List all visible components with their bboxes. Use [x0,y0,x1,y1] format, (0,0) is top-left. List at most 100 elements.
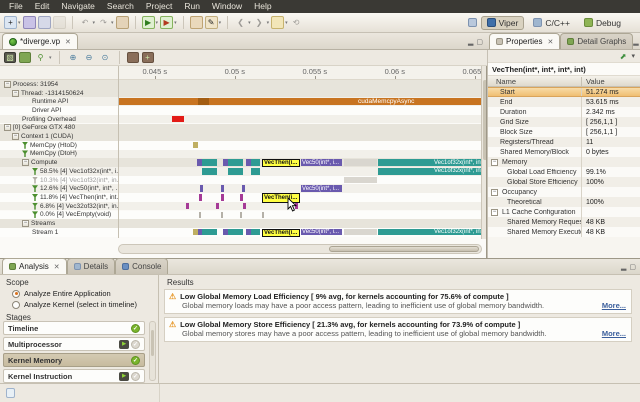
stage-timeline[interactable]: Timeline ✓ [3,321,145,335]
export-icon[interactable]: ⬈ [620,52,627,61]
property-row-start[interactable]: Start 51.274 ms [488,87,640,97]
run-timeline-icon[interactable]: ▶ [141,16,155,29]
property-row-shared-memory-block[interactable]: Shared Memory/Block 0 bytes [488,147,640,157]
timeline-bar[interactable] [193,141,199,149]
menu-search[interactable]: Search [101,0,140,13]
menu-run[interactable]: Run [178,0,206,13]
timeline-bar[interactable] [216,202,219,210]
close-icon[interactable]: ✕ [65,38,71,46]
forward-icon[interactable]: ❯ [253,16,266,29]
timeline-bar[interactable] [202,159,218,166]
timeline-bar[interactable] [202,168,218,175]
timeline-bar[interactable] [344,159,378,166]
stage-kernel-instruction[interactable]: Kernel Instruction ▶ ✓ [3,369,145,383]
timeline-bar[interactable] [186,202,189,210]
property-row-global-store-efficiency[interactable]: Global Store Efficiency 100% [488,177,640,187]
radio-unselected[interactable] [12,300,20,309]
timeline-bar[interactable] [262,211,264,219]
minimize-icon[interactable]: ▂ [633,38,638,46]
tab-console[interactable]: Console [115,258,169,274]
property-row-shared-memory-executed[interactable]: Shared Memory Executed 48 KB [488,227,640,237]
new-session-dropdown-icon[interactable]: ▾ [18,20,21,26]
timeline-bar-vec50inti[interactable]: Vec50(int*, i... [301,228,342,236]
filter-icon[interactable]: ⚲ [34,51,47,64]
menu-window[interactable]: Window [206,0,248,13]
collapse-icon[interactable]: − [491,158,498,166]
redo-dropdown-icon[interactable]: ▾ [111,20,114,26]
horizontal-scrollbar[interactable] [118,244,482,254]
stage-kernel-memory[interactable]: Kernel Memory ✓ [3,353,145,367]
minimize-icon[interactable]: ▂ [468,38,473,46]
property-row-l1-cache-configuration[interactable]: − L1 Cache Configuration [488,207,640,217]
tab-analysis[interactable]: Analysis ✕ [2,258,67,274]
timeline-bar[interactable] [198,194,202,201]
stage-multiprocessor[interactable]: Multiprocessor ▶ ✓ [3,337,145,351]
perspective-viper-button[interactable]: Viper [480,15,525,30]
property-row-registers-thread[interactable]: Registers/Thread 11 [488,137,640,147]
timeline-bar[interactable] [200,185,203,192]
run-analysis-dropdown-icon[interactable]: ▾ [174,20,177,26]
property-row-grid-size[interactable]: Grid Size [ 256,1,1 ] [488,117,640,127]
compare-add-icon[interactable]: + [141,52,154,63]
collapse-icon[interactable]: − [12,133,19,141]
filter-icon[interactable] [22,150,28,158]
back-icon[interactable]: ❮ [234,16,247,29]
close-icon[interactable]: ✕ [547,38,553,46]
timeline-bar[interactable] [344,176,378,184]
pin-icon[interactable] [115,16,129,29]
timeline-bar[interactable] [250,228,261,236]
timeline-bar-vec50inti[interactable]: Vec50(int*, i... [301,185,342,192]
property-row-block-size[interactable]: Block Size [ 256,1,1 ] [488,127,640,137]
radio-selected[interactable] [12,289,20,298]
collapse-icon[interactable]: − [4,80,11,88]
collapse-icon[interactable]: − [491,188,498,196]
timeline-bar[interactable] [202,228,218,236]
property-row-duration[interactable]: Duration 2.342 ms [488,107,640,117]
timeline-bar[interactable] [221,194,224,201]
tree-divider[interactable] [118,66,119,238]
property-row-shared-memory-requested[interactable]: Shared Memory Requested48 KB [488,217,640,227]
menu-project[interactable]: Project [140,0,178,13]
run-stage-icon[interactable]: ▶ [119,371,129,381]
collapse-icon[interactable]: − [491,208,498,216]
timeline-bar-vec50inti[interactable]: Vec50(int*, i... [301,159,342,166]
zoom-in-icon[interactable]: ⊕ [67,51,80,64]
timeline-bar[interactable] [240,194,243,201]
perspective-debug-button[interactable]: Debug [579,17,626,29]
timeline-bar[interactable] [242,185,245,192]
property-row-occupancy[interactable]: − Occupancy [488,187,640,197]
timeline-bar-vec1of32xintint[interactable]: Vec1of32x(int*, int [378,228,482,236]
view-menu-icon[interactable]: ▾ [631,52,635,60]
filter-icon[interactable] [32,167,38,175]
timeline-bar-cudamemcpyasync[interactable]: cudaMemcpyAsync [118,98,482,105]
timeline-bar-vectheni[interactable]: VecThen(i... [262,159,301,168]
undo-dropdown-icon[interactable]: ▾ [93,20,96,26]
new-session-icon[interactable]: + [4,16,17,29]
annotation-dropdown-icon[interactable]: ▾ [285,20,288,26]
tab-detail-graphs[interactable]: Detail Graphs [560,33,634,49]
pan-mode-icon[interactable] [19,52,31,63]
filter-icon[interactable] [32,185,38,193]
timeline-bar[interactable] [228,168,243,175]
tab-properties[interactable]: Properties ✕ [489,33,561,49]
clipboard-icon[interactable] [6,388,15,398]
property-row-memory[interactable]: − Memory [488,157,640,167]
zoom-out-icon[interactable]: ⊖ [83,51,96,64]
perspective-cpp-button[interactable]: C/C++ [528,17,575,29]
maximize-icon[interactable]: ▢ [629,263,636,271]
filter-icon[interactable] [32,211,38,219]
timeline-bar-vectheni[interactable]: VecThen(i... [262,228,301,237]
collapse-icon[interactable]: − [12,89,19,97]
wand-dropdown-icon[interactable]: ▾ [219,20,222,26]
filter-dropdown-icon[interactable]: ▾ [49,55,52,61]
timeline-bar[interactable] [198,98,210,105]
run-analysis-icon[interactable]: ▶ [160,16,174,29]
undo-icon[interactable]: ↶ [79,16,92,29]
compare-session-icon[interactable] [126,52,139,63]
timeline-bar[interactable] [228,228,243,236]
forward-dropdown-icon[interactable]: ▾ [267,20,270,26]
tab-diverge-vp[interactable]: *diverge.vp ✕ [2,33,78,49]
collapse-icon[interactable]: − [22,220,29,228]
last-edit-icon[interactable]: ⟲ [290,16,303,29]
back-dropdown-icon[interactable]: ▾ [248,20,251,26]
